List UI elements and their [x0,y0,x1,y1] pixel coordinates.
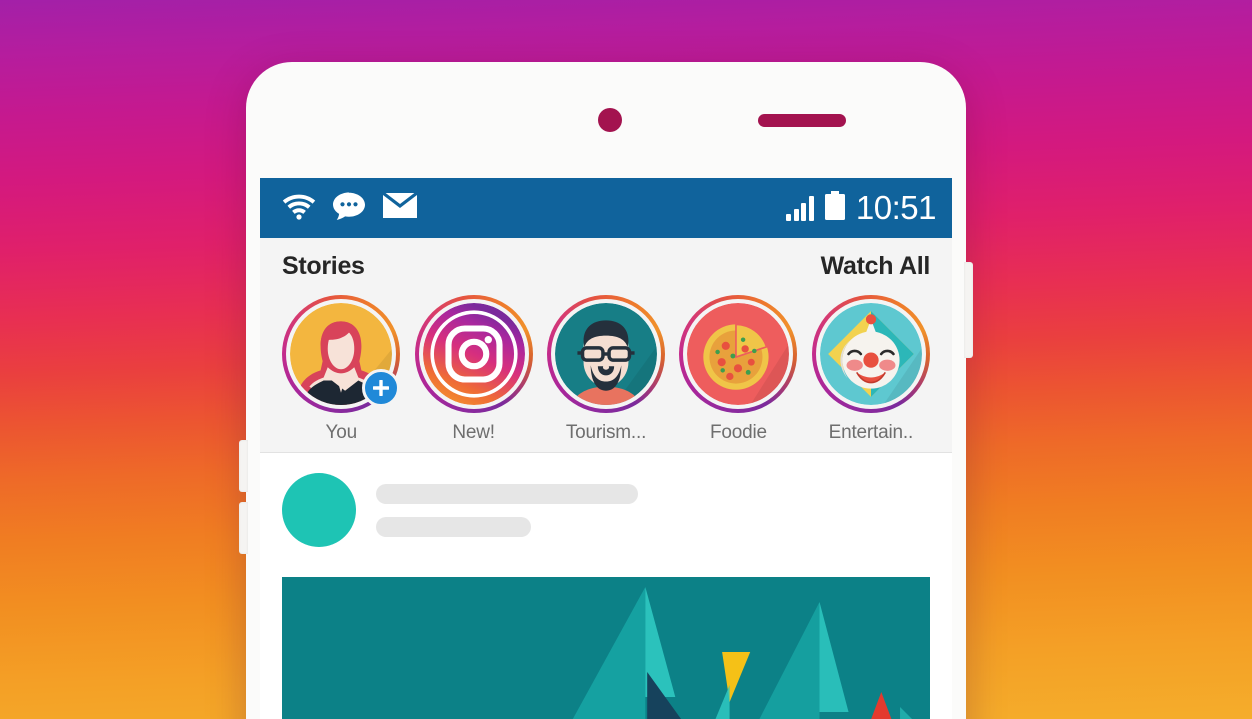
phone-screen: 10:51 Stories Watch All You New! Tourism… [260,178,952,719]
status-bar-right-icons: 10:51 [786,188,937,226]
post-placeholder-lines [376,483,638,537]
story-ring [414,295,533,413]
status-bar: 10:51 [260,178,952,238]
story-label: New! [452,422,495,443]
phone-device-mockup: 10:51 Stories Watch All You New! Tourism… [239,62,973,719]
post-avatar[interactable] [282,473,356,547]
stories-list: You New! Tourism... Foodie Entertain.. [260,283,952,444]
pizza-icon [687,303,790,405]
story-item-entertainment[interactable]: Entertain.. [808,295,934,444]
story-ring-inner [418,299,529,409]
story-ring [282,295,401,413]
earpiece-speaker [758,114,846,127]
signal-bars-icon [786,195,814,221]
story-item-you[interactable]: You [278,295,404,444]
message-bubble-icon [332,191,366,226]
post-header[interactable] [282,473,930,547]
story-ring [679,295,798,413]
envelope-icon [382,191,418,224]
placeholder-line-secondary [376,516,531,537]
clown-face-icon [819,303,922,405]
story-item-tourism[interactable]: Tourism... [543,295,669,444]
story-ring [811,295,930,413]
stories-section: Stories Watch All You New! Tourism... Fo… [260,238,952,453]
story-ring [547,295,666,413]
add-story-plus-icon[interactable] [362,369,401,407]
story-label: You [325,422,357,443]
watch-all-button[interactable]: Watch All [821,252,931,281]
screenshot-stage: 10:51 Stories Watch All You New! Tourism… [0,0,1252,719]
stories-header: Stories Watch All [260,248,952,283]
wifi-icon [282,192,316,225]
story-ring-inner [551,299,662,409]
story-label: Foodie [709,422,767,443]
power-button[interactable] [964,262,973,358]
placeholder-line-primary [376,483,638,504]
story-ring-inner [683,299,794,409]
post-image-sailboats[interactable] [282,577,930,719]
feed-section [260,453,952,719]
stories-title: Stories [282,252,365,280]
story-item-new[interactable]: New! [410,295,536,444]
story-item-foodie[interactable]: Foodie [675,295,801,444]
volume-down-button[interactable] [239,502,248,554]
status-bar-clock: 10:51 [855,188,937,226]
front-camera-icon [598,108,622,132]
hipster-man-avatar-icon [555,303,658,405]
instagram-logo-icon [422,303,525,405]
battery-icon [824,190,846,226]
story-ring-inner [815,299,926,409]
volume-up-button[interactable] [239,440,248,492]
story-label: Tourism... [565,422,647,443]
story-label: Entertain.. [828,422,914,443]
status-bar-left-icons [282,191,418,226]
